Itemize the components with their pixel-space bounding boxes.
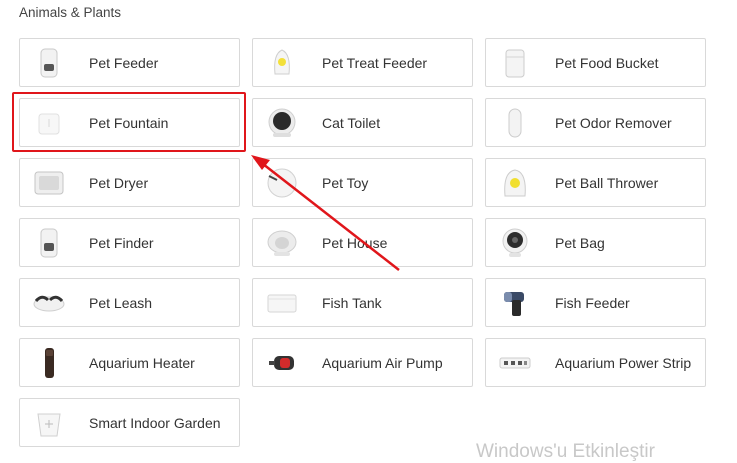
device-label: Pet House — [322, 234, 388, 251]
device-label: Pet Dryer — [89, 174, 149, 191]
device-label: Pet Food Bucket — [555, 54, 659, 71]
pet-fountain-icon — [32, 106, 66, 140]
device-label: Aquarium Power Strip — [555, 354, 692, 371]
device-card-pet-house[interactable]: Pet House — [252, 218, 473, 267]
device-grid: Pet Feeder Pet Treat Feeder Pet Food Buc… — [0, 0, 737, 459]
device-label: Pet Treat Feeder — [322, 54, 428, 71]
device-card-pet-fountain[interactable]: Pet Fountain — [19, 98, 240, 147]
device-card-pet-treat-feeder[interactable]: Pet Treat Feeder — [252, 38, 473, 87]
fish-tank-icon — [265, 286, 299, 320]
device-label: Pet Bag — [555, 234, 605, 251]
device-card-pet-odor-remover[interactable]: Pet Odor Remover — [485, 98, 706, 147]
device-card-pet-toy[interactable]: Pet Toy — [252, 158, 473, 207]
device-card-fish-tank[interactable]: Fish Tank — [252, 278, 473, 327]
device-label: Aquarium Air Pump — [322, 354, 443, 371]
device-card-pet-ball-thrower[interactable]: Pet Ball Thrower — [485, 158, 706, 207]
pet-house-icon — [265, 226, 299, 260]
pet-finder-icon — [32, 226, 66, 260]
pet-dryer-icon — [32, 166, 66, 200]
device-label: Smart Indoor Garden — [89, 414, 221, 431]
pet-leash-icon — [32, 286, 66, 320]
pet-ball-thrower-icon — [498, 166, 532, 200]
device-card-pet-bag[interactable]: Pet Bag — [485, 218, 706, 267]
device-label: Pet Feeder — [89, 54, 159, 71]
device-card-pet-feeder[interactable]: Pet Feeder — [19, 38, 240, 87]
device-label: Fish Feeder — [555, 294, 630, 311]
device-label: Aquarium Heater — [89, 354, 195, 371]
device-label: Pet Ball Thrower — [555, 174, 659, 191]
device-card-aquarium-air-pump[interactable]: Aquarium Air Pump — [252, 338, 473, 387]
activation-watermark: Windows'u Etkinleştir — [476, 441, 655, 462]
device-label: Pet Finder — [89, 234, 154, 251]
device-card-fish-feeder[interactable]: Fish Feeder — [485, 278, 706, 327]
device-label: Pet Odor Remover — [555, 114, 672, 131]
device-card-pet-finder[interactable]: Pet Finder — [19, 218, 240, 267]
fish-feeder-icon — [498, 286, 532, 320]
device-card-pet-leash[interactable]: Pet Leash — [19, 278, 240, 327]
device-label: Cat Toilet — [322, 114, 381, 131]
pet-bag-icon — [498, 226, 532, 260]
pet-treat-feeder-icon — [265, 46, 299, 80]
pet-feeder-icon — [32, 46, 66, 80]
aquarium-air-pump-icon — [265, 346, 299, 380]
smart-indoor-garden-icon — [32, 406, 66, 440]
pet-odor-remover-icon — [498, 106, 532, 140]
device-card-aquarium-power-strip[interactable]: Aquarium Power Strip — [485, 338, 706, 387]
aquarium-heater-icon — [32, 346, 66, 380]
pet-food-bucket-icon — [498, 46, 532, 80]
device-label: Fish Tank — [322, 294, 382, 311]
aquarium-power-strip-icon — [498, 346, 532, 380]
device-card-aquarium-heater[interactable]: Aquarium Heater — [19, 338, 240, 387]
device-card-pet-dryer[interactable]: Pet Dryer — [19, 158, 240, 207]
device-card-cat-toilet[interactable]: Cat Toilet — [252, 98, 473, 147]
cat-toilet-icon — [265, 106, 299, 140]
pet-toy-icon — [265, 166, 299, 200]
device-label: Pet Fountain — [89, 114, 169, 131]
device-card-pet-food-bucket[interactable]: Pet Food Bucket — [485, 38, 706, 87]
device-label: Pet Toy — [322, 174, 369, 191]
device-card-smart-indoor-garden[interactable]: Smart Indoor Garden — [19, 398, 240, 447]
device-label: Pet Leash — [89, 294, 153, 311]
